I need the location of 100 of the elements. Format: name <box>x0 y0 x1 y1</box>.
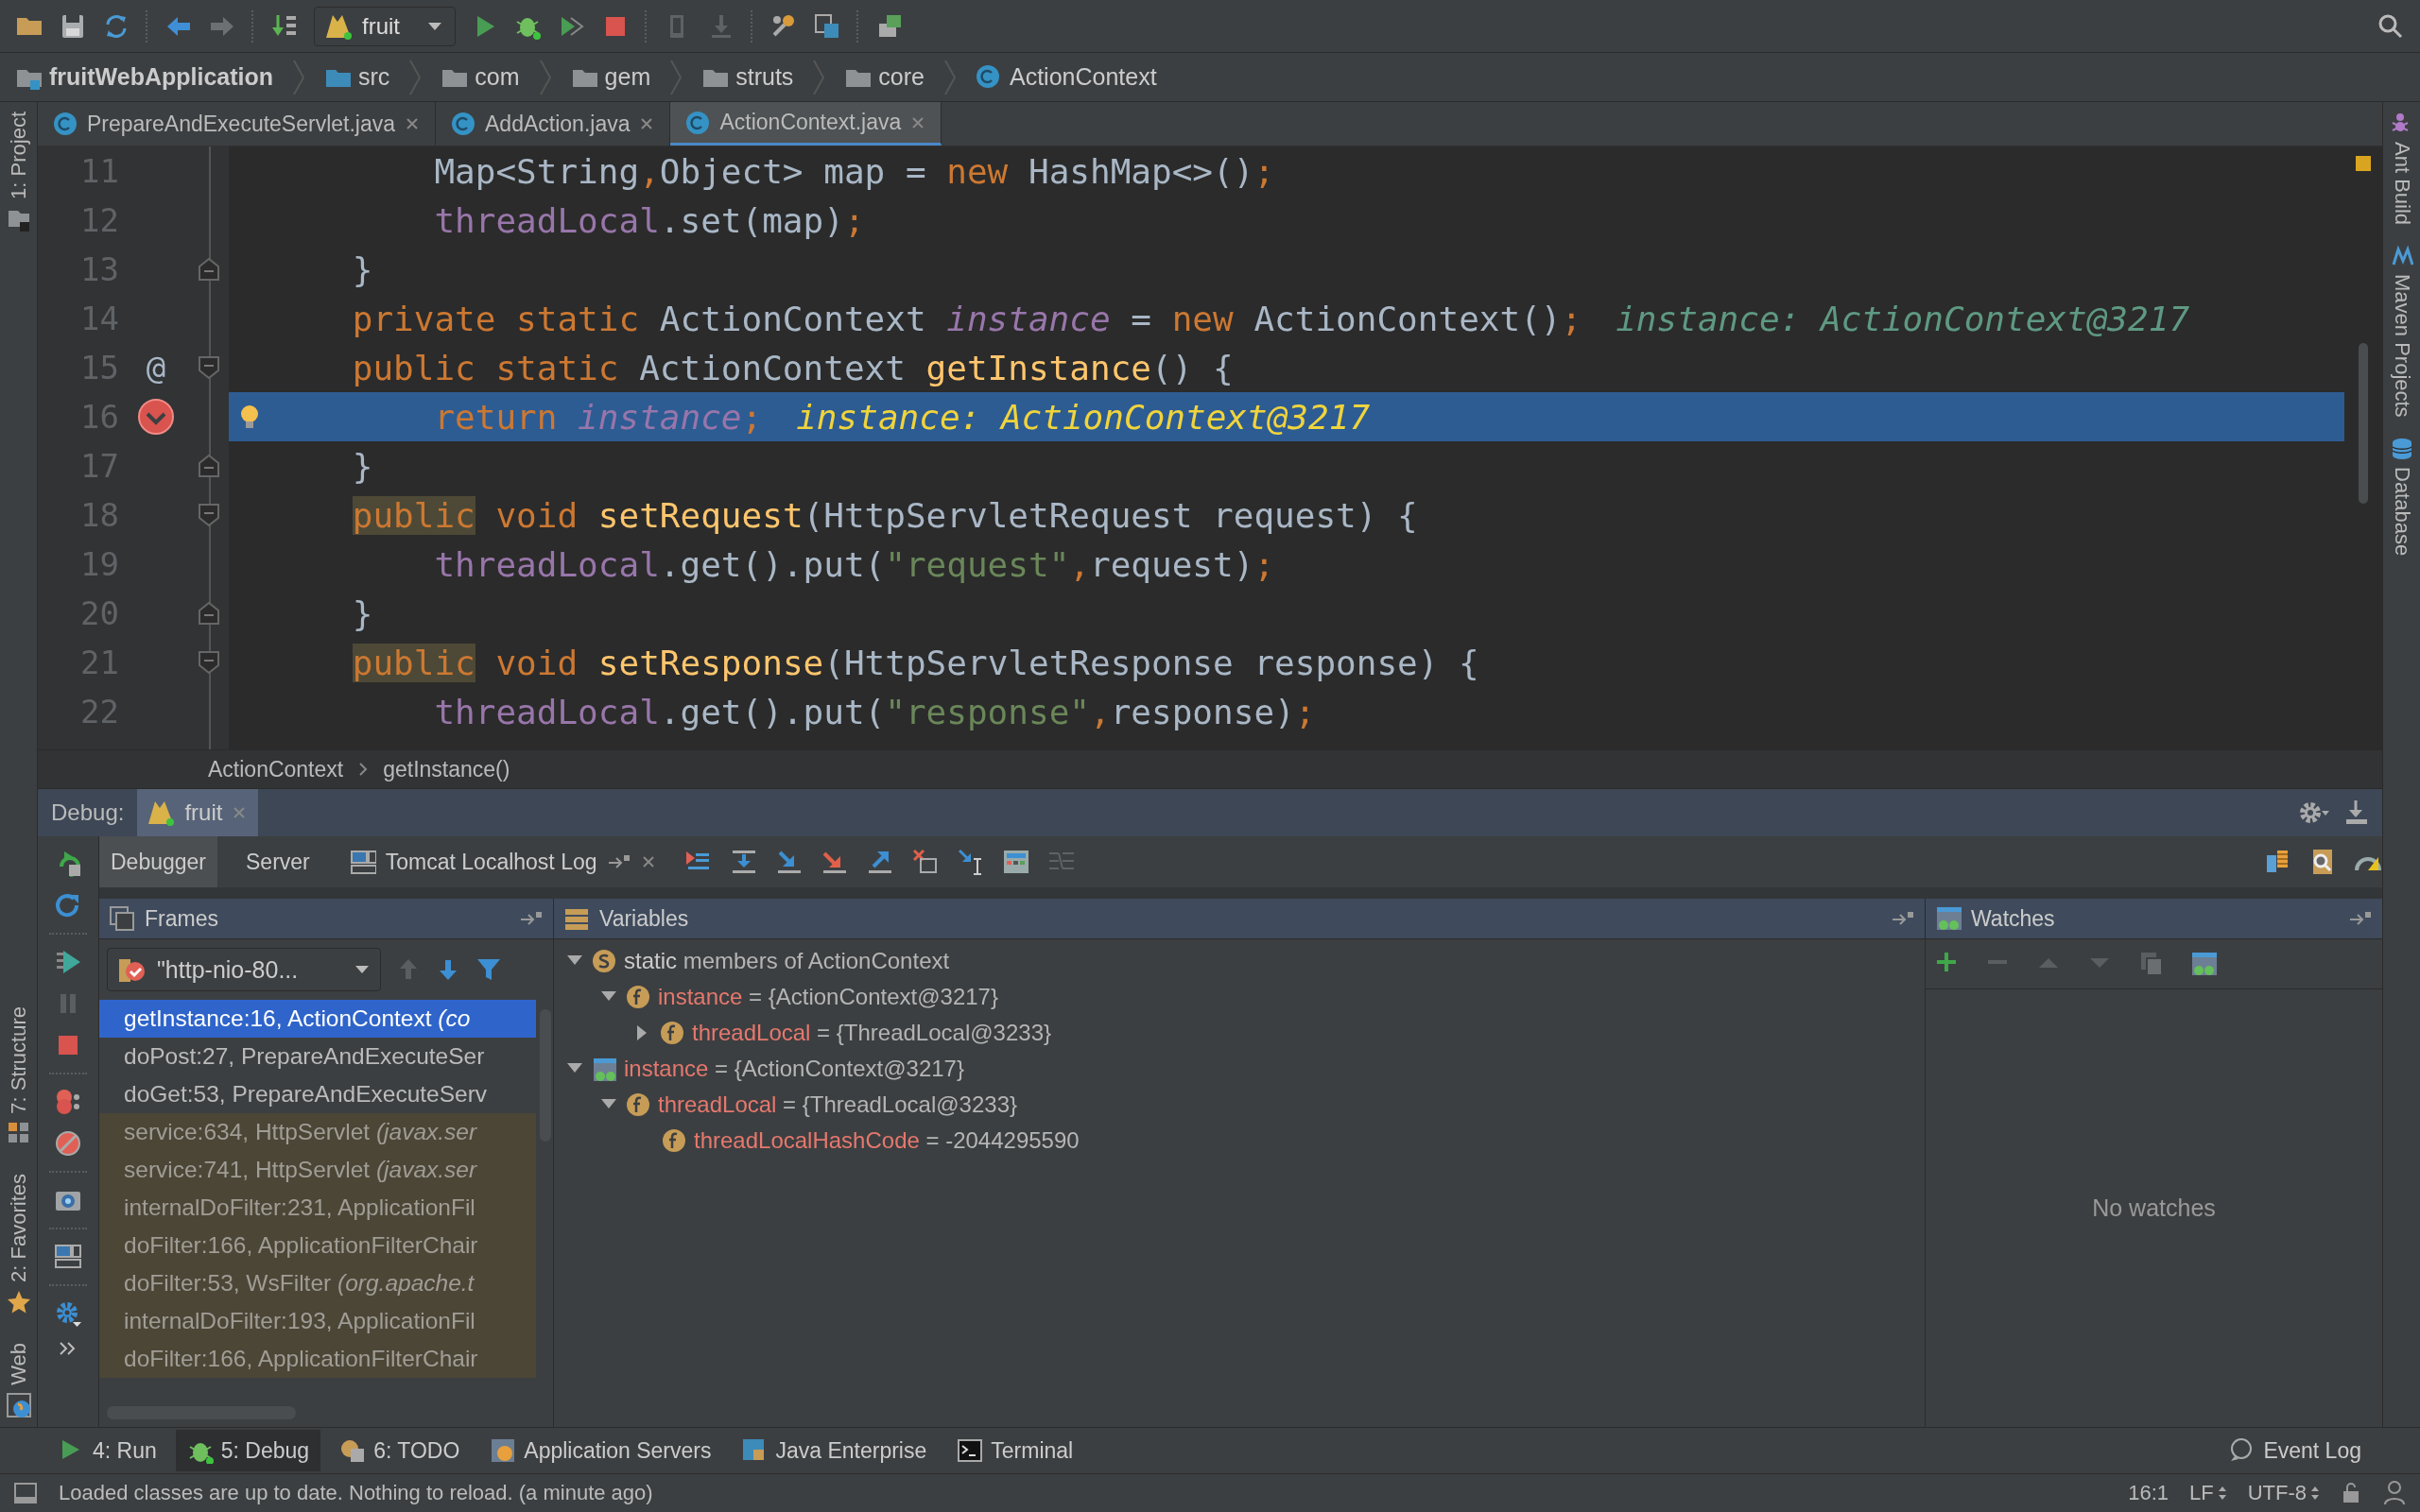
tool-window-tab[interactable]: 2: Favorites <box>6 1174 31 1315</box>
breadcrumb-item[interactable]: ActionContext <box>976 63 1157 91</box>
close-icon[interactable] <box>640 854 656 869</box>
code-line: public void setRequest(HttpServletRequest request) { <box>351 495 1418 535</box>
thread-dropdown[interactable]: "http-nio-80... <box>107 948 381 991</box>
field-icon <box>626 1092 650 1117</box>
tool-window-tab[interactable]: 1: Project <box>6 112 31 232</box>
run-configuration-dropdown[interactable]: fruit <box>314 6 456 46</box>
breadcrumb-item[interactable]: src <box>324 63 390 91</box>
frame-item[interactable]: doFilter:166, ApplicationFilterChair <box>99 1340 536 1378</box>
lightbulb-icon[interactable] <box>238 404 261 430</box>
status-message: Loaded classes are up to date. Nothing to reload. (a minute ago) <box>59 1481 653 1505</box>
tool-window-tab[interactable]: Ant Build <box>2389 112 2414 226</box>
code-line: threadLocal.set(map); <box>433 200 865 240</box>
tool-window-tab[interactable]: Terminal <box>945 1430 1085 1471</box>
tool-window-tab[interactable]: Web <box>6 1343 31 1418</box>
editor-tab[interactable]: ActionContext.java <box>670 102 942 146</box>
debugger-tab[interactable]: Tomcat Localhost Log <box>337 836 667 887</box>
breakpoint-icon[interactable] <box>137 398 175 436</box>
resume-icon[interactable] <box>54 948 82 976</box>
fold-marker-icon[interactable] <box>198 650 220 675</box>
variable-text[interactable]: static members of ActionContext <box>624 948 950 974</box>
editor-tab[interactable]: PrepareAndExecuteServlet.java <box>38 102 437 146</box>
tool-window-tab[interactable]: Database <box>2389 436 2414 556</box>
glasses-icon[interactable] <box>2190 951 2217 977</box>
variable-text[interactable]: threadLocalHashCode = -2044295590 <box>694 1127 1080 1154</box>
close-icon[interactable] <box>639 116 655 131</box>
tool-window-tab[interactable]: 5: Debug <box>175 1430 321 1471</box>
breadcrumb-item[interactable]: getInstance() <box>383 756 510 782</box>
variable-text[interactable]: instance = {ActionContext@3217} <box>658 984 998 1010</box>
debugger-tab[interactable]: Server <box>234 836 321 887</box>
breadcrumb-item[interactable]: gem <box>570 63 651 91</box>
frame-item[interactable]: doPost:27, PrepareAndExecuteSer <box>99 1038 536 1075</box>
console-icon <box>349 849 376 875</box>
inline-debug-value: instance: ActionContext@3217 <box>796 397 1371 437</box>
debugger-tab[interactable]: Debugger <box>99 836 218 887</box>
lock-icon[interactable] <box>2341 1482 2361 1504</box>
tool-window-tab[interactable]: Maven Projects <box>2389 244 2414 418</box>
chevron-icon <box>812 58 826 96</box>
filter-icon[interactable] <box>475 956 502 983</box>
pin-icon[interactable] <box>2348 910 2373 927</box>
tool-window-tab[interactable]: 7: Structure <box>6 1005 31 1146</box>
frame-item[interactable]: getInstance:16, ActionContext (co <box>99 1000 536 1038</box>
variable-text[interactable]: threadLocal = {ThreadLocal@3233} <box>658 1091 1017 1118</box>
chevron-icon <box>292 58 306 96</box>
pin-icon[interactable] <box>519 910 544 927</box>
pin-icon[interactable] <box>606 853 631 870</box>
caret-position[interactable]: 16:1 <box>2128 1481 2169 1505</box>
event-log-button[interactable]: Event Log <box>2218 1430 2373 1471</box>
tool-window-tab[interactable]: Application Servers <box>478 1430 723 1471</box>
chevron-icon <box>538 58 552 96</box>
updown-icon <box>2310 1486 2320 1501</box>
breadcrumb-item[interactable]: ActionContext <box>208 756 344 782</box>
download-icon[interactable] <box>2344 799 2369 827</box>
pin-icon[interactable] <box>1891 910 1915 927</box>
frame-item[interactable]: service:741, HttpServlet (javax.ser <box>99 1151 536 1189</box>
panel-title: Watches <box>1971 905 2055 932</box>
breadcrumb-item[interactable]: core <box>844 63 925 91</box>
breakpoints-icon[interactable] <box>54 1088 82 1116</box>
breadcrumb-item[interactable]: com <box>441 63 520 91</box>
frame-item[interactable]: service:634, HttpServlet (javax.ser <box>99 1113 536 1151</box>
settings-icon[interactable] <box>54 1299 82 1328</box>
breadcrumb-item[interactable]: fruitWebApplication <box>15 63 274 91</box>
settings-icon[interactable] <box>2297 799 2331 826</box>
structure-icon[interactable] <box>813 11 841 41</box>
mute-breakpoints-icon[interactable] <box>54 1129 82 1158</box>
scrollbar[interactable] <box>2359 343 2368 504</box>
editor-tab[interactable]: AddAction.java <box>436 102 671 146</box>
frame-item[interactable]: doGet:53, PrepareAndExecuteServ <box>99 1075 536 1113</box>
more-icon[interactable] <box>59 1341 78 1356</box>
frame-item[interactable]: internalDoFilter:231, ApplicationFil <box>99 1189 536 1227</box>
panel-toggle-icon[interactable] <box>13 1482 38 1504</box>
tool-window-tab[interactable]: 6: TODO <box>328 1430 472 1471</box>
fold-marker-icon[interactable] <box>198 454 220 478</box>
code-line: threadLocal.get().put("request",request); <box>433 544 1275 584</box>
breadcrumb-item[interactable]: struts <box>701 63 794 91</box>
code-line: public void setResponse(HttpServletResponse response) { <box>351 643 1479 682</box>
chevron-icon <box>408 58 423 96</box>
session-tab[interactable]: fruit <box>137 789 259 836</box>
frames-icon <box>109 905 135 932</box>
warning-marker-icon[interactable] <box>2354 154 2373 173</box>
tool-window-tab[interactable]: 4: Run <box>47 1430 168 1471</box>
fold-marker-icon[interactable] <box>198 355 220 380</box>
line-separator-selector[interactable]: LF <box>2189 1481 2227 1505</box>
frame-item[interactable]: internalDoFilter:193, ApplicationFil <box>99 1302 536 1340</box>
fold-marker-icon[interactable] <box>198 503 220 527</box>
close-icon[interactable] <box>405 116 421 131</box>
variable-text[interactable]: instance = {ActionContext@3217} <box>624 1056 964 1082</box>
close-icon[interactable] <box>910 114 926 130</box>
drop-frame-icon[interactable] <box>910 848 940 876</box>
frame-item[interactable]: doFilter:53, WsFilter (org.apache.t <box>99 1264 536 1302</box>
frame-item[interactable]: doFilter:166, ApplicationFilterChair <box>99 1227 536 1264</box>
layout-icon[interactable] <box>54 1243 82 1271</box>
tool-window-tab[interactable]: Java Enterprise <box>730 1430 939 1471</box>
inspector-icon[interactable] <box>2382 1480 2407 1506</box>
calculator-icon[interactable] <box>1001 848 1030 876</box>
encoding-selector[interactable]: UTF-8 <box>2247 1481 2320 1505</box>
fold-marker-icon[interactable] <box>198 257 220 282</box>
fold-marker-icon[interactable] <box>198 601 220 626</box>
variable-text[interactable]: threadLocal = {ThreadLocal@3233} <box>692 1020 1051 1046</box>
